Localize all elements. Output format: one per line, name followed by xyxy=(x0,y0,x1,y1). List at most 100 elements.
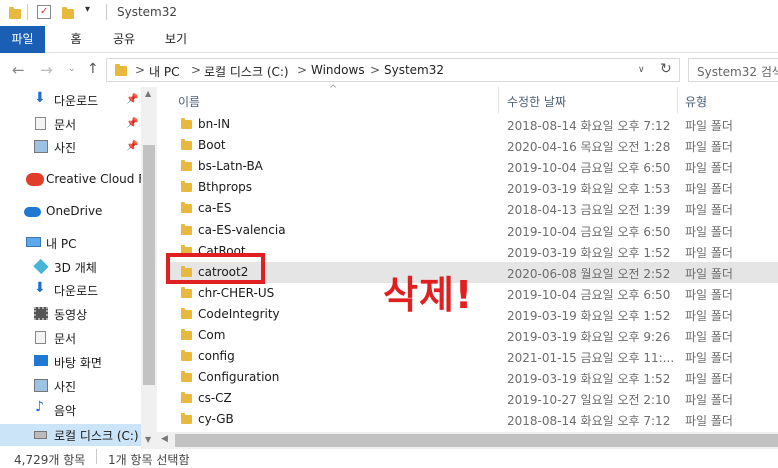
file-type: 파일 폴더 xyxy=(685,161,733,175)
column-divider[interactable] xyxy=(498,87,499,113)
title-bar: ✓ ▾ System32 xyxy=(0,0,778,26)
file-name: ca-ES-valencia xyxy=(198,223,286,237)
file-row[interactable]: Configuration 2019-03-19 화요일 오후 1:52 파일 폴더 xyxy=(166,367,778,388)
sidebar-item-label: 3D 개체 xyxy=(54,261,97,275)
drive-icon xyxy=(34,431,47,439)
sidebar-item-documents[interactable]: 문서 xyxy=(0,327,141,349)
file-row[interactable]: config 2021-01-15 금요일 오후 11:... 파일 폴더 xyxy=(166,346,778,367)
file-type: 파일 폴더 xyxy=(685,372,733,386)
column-header-type[interactable]: 유형 xyxy=(685,93,707,110)
sidebar-item-label: 음악 xyxy=(54,404,77,418)
sidebar-item-downloads[interactable]: ⬇ 다운로드 xyxy=(0,279,141,301)
sidebar-item-label: 동영상 xyxy=(54,308,88,322)
refresh-icon[interactable]: ↻ xyxy=(660,61,672,77)
pictures-icon xyxy=(34,379,48,392)
breadcrumb-local-disk[interactable]: 로컬 디스크 (C:) xyxy=(204,63,289,80)
download-arrow-icon: ⬇ xyxy=(34,280,46,296)
sidebar-item-local-disk[interactable]: 로컬 디스크 (C:) xyxy=(0,424,141,446)
sidebar-item-label: Creative Cloud Fi xyxy=(46,172,148,186)
folder-icon xyxy=(181,224,192,235)
sidebar-item-3d-objects[interactable]: 3D 개체 xyxy=(0,256,141,278)
document-icon xyxy=(35,331,46,344)
tab-file[interactable]: 파일 xyxy=(0,26,45,53)
sidebar-item-label: 문서 xyxy=(54,332,77,346)
window-title: System32 xyxy=(117,5,178,19)
file-row[interactable]: ca-ES 2018-04-13 금요일 오전 1:39 파일 폴더 xyxy=(166,198,778,219)
recent-locations-chevron-icon[interactable]: ⌄ xyxy=(68,64,76,74)
scroll-up-icon[interactable]: ▲ xyxy=(145,89,151,98)
music-icon: ♪ xyxy=(35,399,44,415)
customize-quick-access-icon[interactable]: ▾ xyxy=(85,4,90,15)
pin-icon[interactable]: 📌 xyxy=(126,94,138,105)
file-type: 파일 폴더 xyxy=(685,309,733,323)
new-folder-icon[interactable] xyxy=(62,7,74,19)
search-box[interactable]: System32 검색 xyxy=(688,58,778,82)
file-type: 파일 폴더 xyxy=(685,393,733,407)
folder-icon xyxy=(181,181,192,192)
breadcrumb-separator: > xyxy=(370,63,381,77)
address-dropdown-icon[interactable]: ∨ xyxy=(638,65,645,75)
back-arrow-icon[interactable]: ← xyxy=(12,61,25,79)
search-input[interactable]: System32 검색 xyxy=(697,63,778,80)
folder-icon xyxy=(181,308,192,319)
tab-view[interactable]: 보기 xyxy=(158,26,194,53)
pin-icon[interactable]: 📌 xyxy=(126,141,138,152)
column-divider[interactable] xyxy=(677,87,678,113)
breadcrumb-system32[interactable]: System32 xyxy=(384,63,444,77)
sidebar-item-music[interactable]: ♪ 음악 xyxy=(0,399,141,421)
breadcrumb-my-pc[interactable]: 내 PC xyxy=(149,63,179,80)
file-type: 파일 폴더 xyxy=(685,330,733,344)
folder-icon xyxy=(181,160,192,171)
properties-icon[interactable]: ✓ xyxy=(37,5,51,19)
sidebar-item-desktop[interactable]: 바탕 화면 xyxy=(0,351,141,373)
file-row[interactable]: cy-GB 2018-08-14 화요일 오후 7:12 파일 폴더 xyxy=(166,409,778,430)
horizontal-scrollbar-thumb[interactable] xyxy=(175,434,778,447)
file-row[interactable]: bn-IN 2018-08-14 화요일 오후 7:12 파일 폴더 xyxy=(166,114,778,135)
file-row[interactable]: Com 2019-03-19 화요일 오후 9:26 파일 폴더 xyxy=(166,325,778,346)
sidebar-item-label: OneDrive xyxy=(46,204,103,218)
sidebar-item-onedrive[interactable]: OneDrive xyxy=(0,201,141,223)
folder-icon xyxy=(9,7,21,19)
sidebar-item-downloads-pinned[interactable]: ⬇ 다운로드 📌 xyxy=(0,89,141,111)
delete-annotation: 삭제! xyxy=(383,273,474,317)
file-name: CodeIntegrity xyxy=(198,307,280,321)
breadcrumb-windows[interactable]: Windows xyxy=(311,63,365,77)
sidebar-item-videos[interactable]: 동영상 xyxy=(0,303,141,325)
file-row[interactable]: Bthprops 2019-03-19 화요일 오후 1:53 파일 폴더 xyxy=(166,177,778,198)
file-row[interactable]: bs-Latn-BA 2019-10-04 금요일 오후 6:50 파일 폴더 xyxy=(166,156,778,177)
folder-icon xyxy=(181,139,192,150)
file-row[interactable]: Boot 2020-04-16 목요일 오전 1:28 파일 폴더 xyxy=(166,135,778,156)
tab-home[interactable]: 홈 xyxy=(58,26,94,53)
address-bar[interactable]: > 내 PC > 로컬 디스크 (C:) > Windows > System3… xyxy=(106,58,680,82)
column-header-name[interactable]: 이름 xyxy=(178,93,200,110)
scroll-left-icon[interactable]: ◀ xyxy=(161,434,168,444)
sidebar-item-pictures[interactable]: 사진 xyxy=(0,375,141,397)
sidebar-item-creative-cloud[interactable]: Creative Cloud Fi xyxy=(0,169,148,191)
sidebar-item-pictures-pinned[interactable]: 사진 📌 xyxy=(0,136,141,158)
file-date: 2019-10-04 금요일 오후 6:50 xyxy=(507,161,671,175)
nav-pane-scrollbar-thumb[interactable] xyxy=(143,145,155,385)
tab-share[interactable]: 공유 xyxy=(106,26,142,53)
file-row[interactable]: cs-CZ 2019-10-27 일요일 오전 2:10 파일 폴더 xyxy=(166,388,778,409)
file-row[interactable]: ca-ES-valencia 2019-10-04 금요일 오후 6:50 파일 폴… xyxy=(166,220,778,241)
forward-arrow-icon[interactable]: → xyxy=(40,61,53,79)
pin-icon[interactable]: 📌 xyxy=(126,118,138,129)
file-type: 파일 폴더 xyxy=(685,203,733,217)
file-type: 파일 폴더 xyxy=(685,182,733,196)
breadcrumb-separator: > xyxy=(135,63,146,77)
sidebar-item-my-pc[interactable]: 내 PC xyxy=(0,232,141,254)
sidebar-item-label: 다운로드 xyxy=(54,94,99,108)
pc-icon xyxy=(26,237,41,247)
3d-objects-icon xyxy=(33,258,49,275)
sidebar-item-label: 다운로드 xyxy=(54,284,99,298)
file-date: 2019-10-04 금요일 오후 6:50 xyxy=(507,288,671,302)
file-date: 2019-03-19 화요일 오후 1:53 xyxy=(507,182,671,196)
file-date: 2020-04-16 목요일 오전 1:28 xyxy=(507,140,671,154)
column-header-date[interactable]: 수정한 날짜 xyxy=(507,93,566,110)
file-name: cy-GB xyxy=(198,412,234,426)
up-arrow-icon[interactable]: ↑ xyxy=(87,61,99,77)
sidebar-item-documents-pinned[interactable]: 문서 📌 xyxy=(0,113,141,135)
file-name: chr-CHER-US xyxy=(198,286,275,300)
file-type: 파일 폴더 xyxy=(685,140,733,154)
scroll-down-icon[interactable]: ▼ xyxy=(145,435,151,444)
